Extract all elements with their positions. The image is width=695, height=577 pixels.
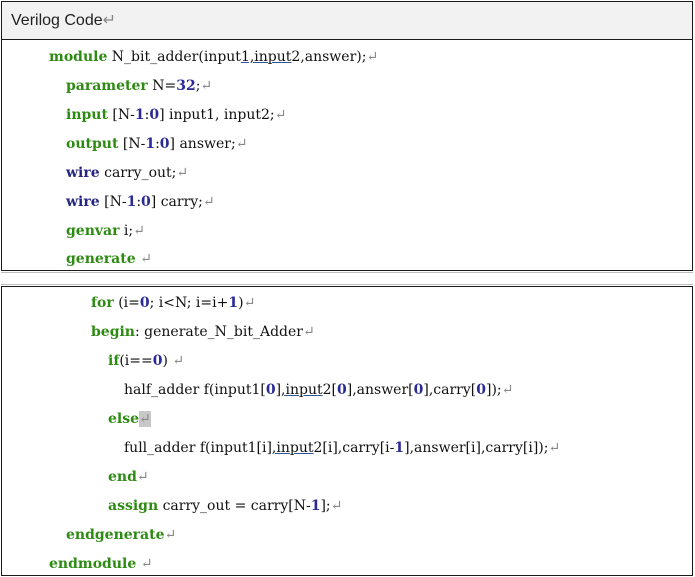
paragraph-mark-icon: ↵ bbox=[200, 78, 213, 94]
paragraph-mark-icon: ↵ bbox=[274, 107, 287, 123]
page-break-band bbox=[1, 272, 693, 285]
code-panel-top: Verilog Code↵ module N_bit_adder(input1,… bbox=[1, 1, 693, 271]
code-line-15: end↵ bbox=[108, 469, 149, 485]
paragraph-mark-icon: ↵ bbox=[202, 194, 215, 210]
code-panel-bottom: for (i=0; i<N; i=i+1)↵ begin: generate_N… bbox=[1, 286, 693, 576]
paragraph-mark-icon: ↵ bbox=[139, 411, 151, 427]
code-line-3: input [N-1:0] input1, input2;↵ bbox=[66, 107, 287, 123]
paragraph-mark-icon: ↵ bbox=[330, 498, 343, 514]
code-line-13: else↵ bbox=[108, 411, 151, 427]
code-line-7: genvar i;↵ bbox=[66, 223, 145, 239]
code-line-18: endmodule ↵ bbox=[49, 556, 153, 572]
code-line-11: if(i==0) ↵ bbox=[108, 353, 185, 369]
code-line-17: endgenerate↵ bbox=[66, 527, 177, 543]
code-line-10: begin: generate_N_bit_Adder↵ bbox=[91, 324, 315, 340]
code-line-4: output [N-1:0] answer;↵ bbox=[66, 136, 248, 152]
code-line-1: module N_bit_adder(input1,input2,answer)… bbox=[49, 49, 379, 65]
paragraph-mark-icon: ↵ bbox=[140, 556, 153, 572]
paragraph-mark-icon: ↵ bbox=[302, 324, 315, 340]
code-line-14: full_adder f(input1[i],input2[i],carry[i… bbox=[124, 440, 561, 456]
paragraph-mark-icon: ↵ bbox=[176, 165, 189, 181]
paragraph-mark-icon: ↵ bbox=[501, 382, 514, 398]
paragraph-mark-icon: ↵ bbox=[243, 295, 256, 311]
code-line-9: for (i=0; i<N; i=i+1)↵ bbox=[91, 295, 256, 311]
paragraph-mark-icon: ↵ bbox=[102, 12, 117, 29]
code-line-6: wire [N-1:0] carry;↵ bbox=[66, 194, 215, 210]
code-line-2: parameter N=32;↵ bbox=[66, 78, 213, 94]
code-line-16: assign carry_out = carry[N-1];↵ bbox=[108, 498, 343, 514]
header-row: Verilog Code↵ bbox=[2, 2, 692, 40]
paragraph-mark-icon: ↵ bbox=[164, 527, 177, 543]
paragraph-mark-icon: ↵ bbox=[136, 469, 149, 485]
code-line-5: wire carry_out;↵ bbox=[66, 165, 189, 181]
paragraph-mark-icon: ↵ bbox=[366, 49, 379, 65]
code-line-8: generate ↵ bbox=[66, 251, 152, 267]
paragraph-mark-icon: ↵ bbox=[133, 223, 145, 239]
paragraph-mark-icon: ↵ bbox=[172, 353, 185, 369]
paragraph-mark-icon: ↵ bbox=[140, 251, 152, 267]
paragraph-mark-icon: ↵ bbox=[235, 136, 248, 152]
header-title: Verilog Code bbox=[11, 12, 103, 29]
code-line-12: half_adder f(input1[0],input2[0],answer[… bbox=[124, 382, 514, 398]
paragraph-mark-icon: ↵ bbox=[548, 440, 561, 456]
